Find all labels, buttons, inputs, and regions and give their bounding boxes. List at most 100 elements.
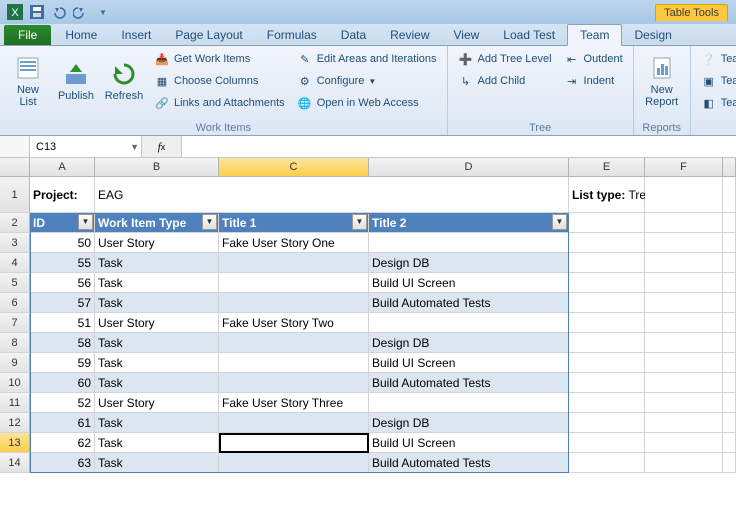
undo-button[interactable] bbox=[48, 2, 70, 22]
cell-title2[interactable]: Design DB bbox=[369, 253, 569, 273]
cell-title2[interactable] bbox=[369, 313, 569, 333]
cell-id[interactable]: 56 bbox=[30, 273, 95, 293]
filter-dropdown[interactable]: ▼ bbox=[352, 214, 367, 230]
cell-wit[interactable]: Task bbox=[95, 353, 219, 373]
cell-wit[interactable]: Task bbox=[95, 253, 219, 273]
tab-file[interactable]: File bbox=[4, 25, 51, 45]
qat-customize[interactable]: ▼ bbox=[92, 2, 114, 22]
tab-data[interactable]: Data bbox=[329, 25, 378, 45]
select-all-corner[interactable] bbox=[0, 158, 30, 176]
cell-title2[interactable]: Build Automated Tests bbox=[369, 453, 569, 473]
cell-wit[interactable]: Task bbox=[95, 293, 219, 313]
cell-title2[interactable]: Build UI Screen bbox=[369, 433, 569, 453]
row-header[interactable]: 10 bbox=[0, 373, 30, 393]
cell-title2[interactable]: Build Automated Tests bbox=[369, 373, 569, 393]
filter-dropdown[interactable]: ▼ bbox=[552, 214, 567, 230]
team-foundation-button[interactable]: ❔Team Fo bbox=[697, 48, 736, 70]
name-box[interactable]: C13▼ bbox=[30, 136, 142, 157]
cell-title2[interactable] bbox=[369, 233, 569, 253]
cell-title2[interactable]: Build UI Screen bbox=[369, 353, 569, 373]
col-header[interactable]: A bbox=[30, 158, 95, 176]
cell-id[interactable]: 60 bbox=[30, 373, 95, 393]
cell-wit[interactable]: User Story bbox=[95, 393, 219, 413]
tab-design[interactable]: Design bbox=[622, 25, 683, 45]
open-web-button[interactable]: 🌐Open in Web Access bbox=[293, 92, 441, 114]
row-header[interactable]: 14 bbox=[0, 453, 30, 473]
row-header[interactable]: 12 bbox=[0, 413, 30, 433]
tab-review[interactable]: Review bbox=[378, 25, 441, 45]
cell-title1[interactable] bbox=[219, 353, 369, 373]
choose-columns-button[interactable]: ▦Choose Columns bbox=[150, 70, 289, 92]
indent-button[interactable]: ⇥Indent bbox=[560, 70, 627, 92]
save-button[interactable] bbox=[26, 2, 48, 22]
col-header[interactable]: F bbox=[645, 158, 723, 176]
cell-id[interactable]: 62 bbox=[30, 433, 95, 453]
row-header[interactable]: 5 bbox=[0, 273, 30, 293]
tab-page-layout[interactable]: Page Layout bbox=[163, 25, 254, 45]
cell-id[interactable]: 61 bbox=[30, 413, 95, 433]
cell-title1[interactable]: Fake User Story Three bbox=[219, 393, 369, 413]
cell-title1[interactable]: Fake User Story Two bbox=[219, 313, 369, 333]
row-header[interactable]: 2 bbox=[0, 213, 30, 233]
chevron-down-icon[interactable]: ▼ bbox=[130, 142, 139, 152]
cell-title2[interactable]: Build UI Screen bbox=[369, 273, 569, 293]
header-title2[interactable]: Title 2▼ bbox=[369, 213, 569, 233]
cell-title2[interactable]: Build Automated Tests bbox=[369, 293, 569, 313]
cell-id[interactable]: 63 bbox=[30, 453, 95, 473]
header-title1[interactable]: Title 1▼ bbox=[219, 213, 369, 233]
cell-id[interactable]: 59 bbox=[30, 353, 95, 373]
tab-formulas[interactable]: Formulas bbox=[255, 25, 329, 45]
cell-wit[interactable]: Task bbox=[95, 433, 219, 453]
cell-id[interactable]: 58 bbox=[30, 333, 95, 353]
col-header[interactable]: D bbox=[369, 158, 569, 176]
cell-title1[interactable] bbox=[219, 253, 369, 273]
row-header[interactable]: 4 bbox=[0, 253, 30, 273]
fx-button[interactable]: fx bbox=[142, 136, 182, 157]
tab-view[interactable]: View bbox=[442, 25, 492, 45]
col-header[interactable]: B bbox=[95, 158, 219, 176]
row-header[interactable]: 1 bbox=[0, 177, 30, 213]
cell-wit[interactable]: Task bbox=[95, 373, 219, 393]
links-attachments-button[interactable]: 🔗Links and Attachments bbox=[150, 92, 289, 114]
edit-areas-button[interactable]: ✎Edit Areas and Iterations bbox=[293, 48, 441, 70]
cell-title1[interactable] bbox=[219, 413, 369, 433]
publish-button[interactable]: Publish bbox=[54, 48, 98, 114]
tab-team[interactable]: Team bbox=[567, 24, 622, 46]
row-header[interactable]: 8 bbox=[0, 333, 30, 353]
add-tree-level-button[interactable]: ➕Add Tree Level bbox=[454, 48, 556, 70]
cell-title2[interactable]: Design DB bbox=[369, 413, 569, 433]
add-child-button[interactable]: ↳Add Child bbox=[454, 70, 556, 92]
cell-wit[interactable]: User Story bbox=[95, 313, 219, 333]
cell-wit[interactable]: Task bbox=[95, 453, 219, 473]
cell-title1[interactable] bbox=[219, 293, 369, 313]
tab-insert[interactable]: Insert bbox=[109, 25, 163, 45]
cell-title2[interactable] bbox=[369, 393, 569, 413]
cell-title1[interactable]: Fake User Story One bbox=[219, 233, 369, 253]
cell-title1[interactable] bbox=[219, 333, 369, 353]
col-header[interactable] bbox=[723, 158, 736, 176]
col-header[interactable]: E bbox=[569, 158, 645, 176]
filter-dropdown[interactable]: ▼ bbox=[202, 214, 217, 230]
row-header[interactable]: 3 bbox=[0, 233, 30, 253]
new-list-button[interactable]: New List bbox=[6, 48, 50, 114]
cell-wit[interactable]: User Story bbox=[95, 233, 219, 253]
cell-wit[interactable]: Task bbox=[95, 333, 219, 353]
row-header[interactable]: 13 bbox=[0, 433, 30, 453]
cell-id[interactable]: 50 bbox=[30, 233, 95, 253]
redo-button[interactable] bbox=[70, 2, 92, 22]
cell-id[interactable]: 51 bbox=[30, 313, 95, 333]
col-header[interactable]: C bbox=[219, 158, 369, 176]
team-project-button-1[interactable]: ▣Team Pr bbox=[697, 70, 736, 92]
row-header[interactable]: 6 bbox=[0, 293, 30, 313]
cell-wit[interactable]: Task bbox=[95, 413, 219, 433]
cell-title2[interactable]: Design DB bbox=[369, 333, 569, 353]
row-header[interactable]: 11 bbox=[0, 393, 30, 413]
context-tab-table-tools[interactable]: Table Tools bbox=[655, 4, 728, 21]
cell-id[interactable]: 57 bbox=[30, 293, 95, 313]
cell-id[interactable]: 52 bbox=[30, 393, 95, 413]
tab-home[interactable]: Home bbox=[53, 25, 109, 45]
row-header[interactable]: 9 bbox=[0, 353, 30, 373]
cell-title1[interactable] bbox=[219, 433, 369, 453]
tab-load-test[interactable]: Load Test bbox=[491, 25, 567, 45]
spreadsheet-grid[interactable]: A B C D E F 1234567891011121314 Project:… bbox=[0, 158, 736, 473]
